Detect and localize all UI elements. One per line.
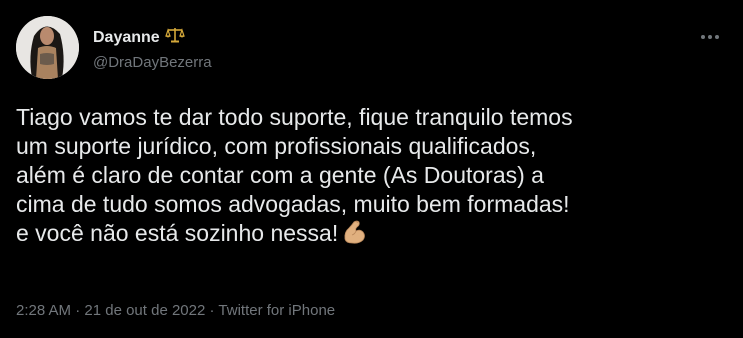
dot — [715, 35, 719, 39]
tweet-line: cima de tudo somos advogadas, muito bem … — [16, 191, 570, 217]
tweet-line: um suporte jurídico, com profissionais q… — [16, 133, 537, 159]
balance-scale-icon — [164, 27, 185, 48]
display-name-text: Dayanne — [93, 28, 160, 46]
tweet-time[interactable]: 2:28 AM — [16, 302, 71, 319]
tweet-source[interactable]: Twitter for iPhone — [218, 302, 335, 319]
tweet-date[interactable]: 21 de out de 2022 — [84, 302, 205, 319]
avatar[interactable] — [16, 16, 79, 79]
tweet-line: além é claro de contar com a gente (As D… — [16, 162, 544, 188]
tweet-text: Tiago vamos te dar todo suporte, fique t… — [16, 103, 731, 252]
tweet-last-line: e você não está sozinho nessa! — [16, 219, 731, 252]
tweet-meta: 2:28 AM · 21 de out de 2022 · Twitter fo… — [16, 302, 335, 319]
flexed-biceps-icon — [341, 219, 367, 252]
tweet-line: e você não está sozinho nessa! — [16, 220, 339, 246]
dot — [701, 35, 705, 39]
meta-separator: · — [75, 302, 81, 319]
more-options-icon[interactable] — [695, 22, 725, 52]
user-handle[interactable]: @DraDayBezerra — [93, 54, 212, 71]
display-name[interactable]: Dayanne — [93, 27, 185, 48]
meta-separator: · — [209, 302, 215, 319]
tweet-line: Tiago vamos te dar todo suporte, fique t… — [16, 104, 573, 130]
dot — [708, 35, 712, 39]
